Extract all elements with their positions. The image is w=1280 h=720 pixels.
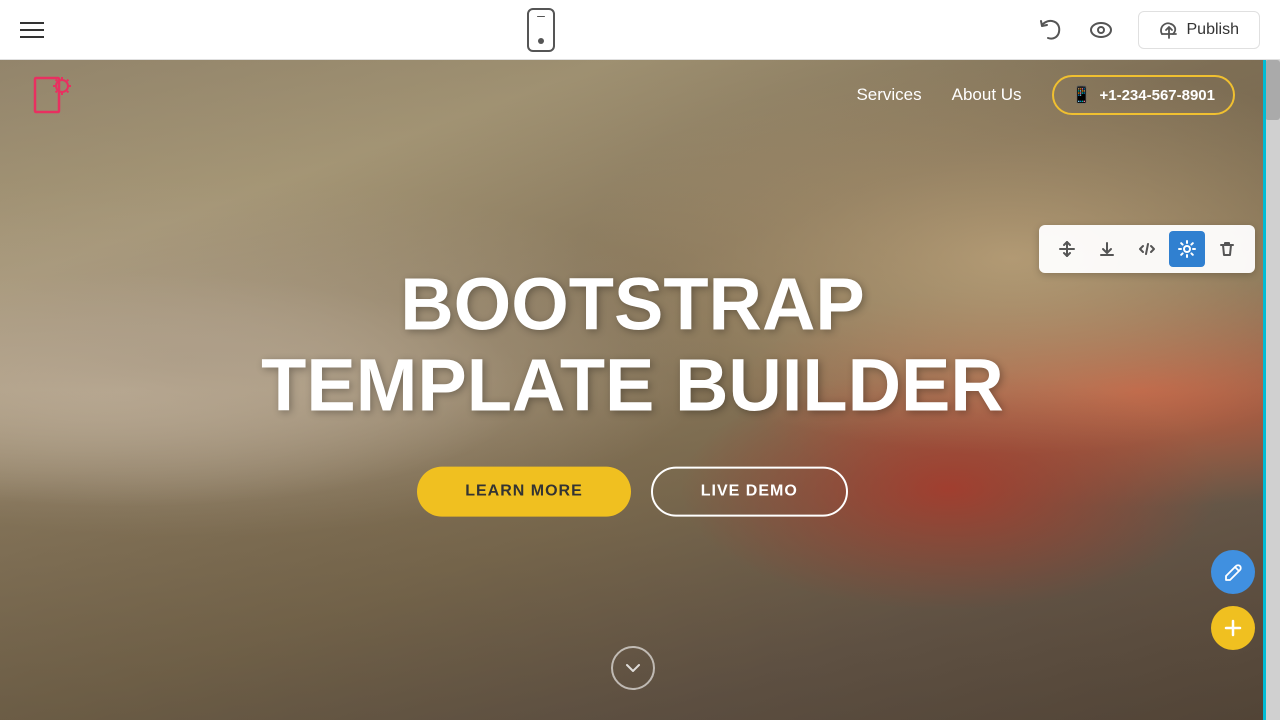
scrollbar-track[interactable] [1265, 60, 1280, 720]
block-delete-button[interactable] [1209, 231, 1245, 267]
block-settings-button[interactable] [1169, 231, 1205, 267]
phone-cta-icon: 📱 [1072, 85, 1092, 105]
learn-more-button[interactable]: LEARN MORE [417, 466, 631, 516]
hero-title: BOOTSTRAP TEMPLATE BUILDER [233, 264, 1033, 427]
canvas-right-border [1263, 60, 1266, 720]
phone-cta-number: +1-234-567-8901 [1099, 87, 1215, 104]
add-fab-button[interactable] [1211, 606, 1255, 650]
hero-buttons: LEARN MORE LIVE DEMO [233, 466, 1033, 516]
block-toolbar [1039, 225, 1255, 273]
fab-container [1211, 550, 1255, 650]
edit-fab-button[interactable] [1211, 550, 1255, 594]
canvas-area: Services About Us 📱 +1-234-567-8901 BOOT… [0, 60, 1280, 720]
mobile-preview-button[interactable] [527, 8, 555, 52]
hamburger-menu-button[interactable] [20, 22, 44, 38]
scroll-down-button[interactable] [611, 646, 655, 690]
site-nav-links: Services About Us 📱 +1-234-567-8901 [856, 75, 1235, 115]
site-logo [30, 70, 80, 120]
hero-content: BOOTSTRAP TEMPLATE BUILDER LEARN MORE LI… [233, 264, 1033, 517]
block-move-button[interactable] [1049, 231, 1085, 267]
undo-button[interactable] [1038, 17, 1064, 43]
hero-section: Services About Us 📱 +1-234-567-8901 BOOT… [0, 60, 1265, 720]
publish-button[interactable]: Publish [1138, 11, 1260, 49]
site-navbar: Services About Us 📱 +1-234-567-8901 [0, 60, 1265, 130]
website-preview: Services About Us 📱 +1-234-567-8901 BOOT… [0, 60, 1265, 720]
block-code-button[interactable] [1129, 231, 1165, 267]
top-toolbar: Publish [0, 0, 1280, 60]
live-demo-button[interactable]: LIVE DEMO [651, 466, 848, 516]
block-download-button[interactable] [1089, 231, 1125, 267]
hero-title-line2: TEMPLATE BUILDER [261, 344, 1004, 427]
hero-title-line1: BOOTSTRAP [400, 263, 865, 346]
publish-label: Publish [1187, 21, 1239, 39]
phone-cta-button[interactable]: 📱 +1-234-567-8901 [1052, 75, 1235, 115]
logo-icon [30, 70, 80, 120]
preview-button[interactable] [1088, 17, 1114, 43]
scrollbar-thumb[interactable] [1265, 60, 1280, 120]
nav-link-about-us[interactable]: About Us [952, 85, 1022, 105]
nav-link-services[interactable]: Services [856, 85, 921, 105]
